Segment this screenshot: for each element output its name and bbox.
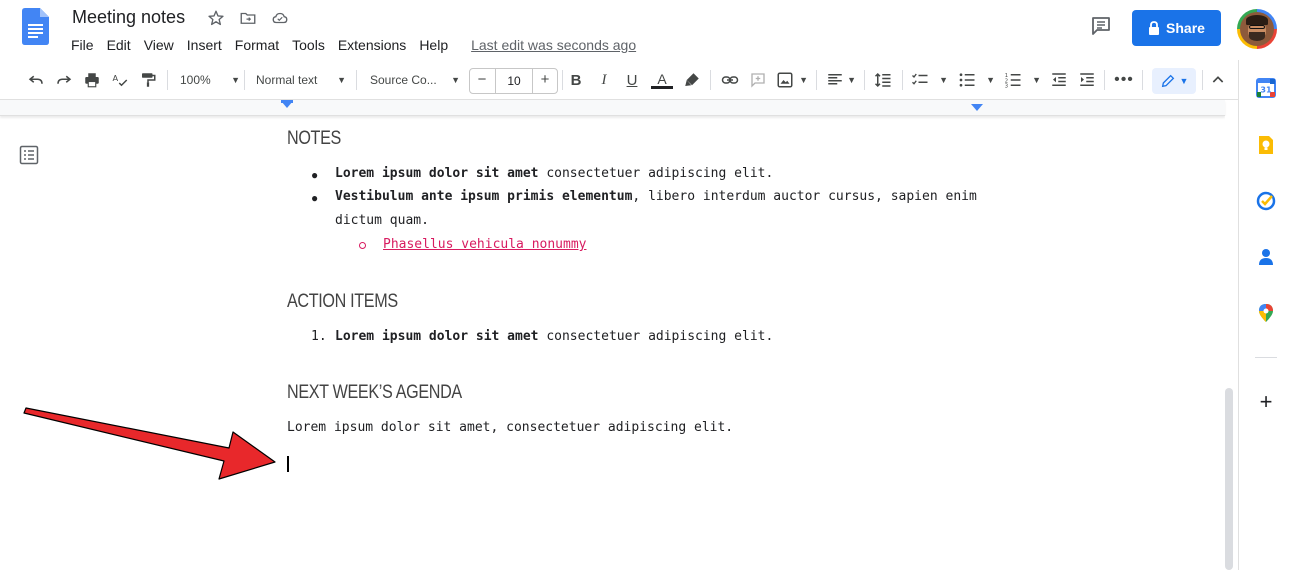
align-left-icon[interactable]: ▼ <box>826 69 856 91</box>
chevron-down-icon: ▼ <box>1179 76 1189 86</box>
style-select[interactable]: Normal text ▼ <box>256 69 346 91</box>
tasks-icon[interactable] <box>1256 191 1276 211</box>
docs-logo-icon[interactable] <box>22 8 49 45</box>
scrollbar-thumb[interactable] <box>1225 388 1233 570</box>
list-item: Lorem ipsum dolor sit amet consectetuer … <box>335 329 774 344</box>
comment-history-icon[interactable] <box>1089 14 1113 38</box>
list-item: Vestibulum ante ipsum primis elementum, … <box>335 189 977 204</box>
undo-icon[interactable] <box>26 69 46 91</box>
star-icon[interactable] <box>206 8 226 28</box>
zoom-select[interactable]: 100% ▼ <box>180 69 240 91</box>
list-item-continuation: dictum quam. <box>335 213 429 228</box>
chevron-down-icon: ▼ <box>231 75 240 85</box>
chevron-down-icon: ▼ <box>337 75 346 85</box>
phasellus-link[interactable]: Phasellus vehicula nonummy <box>383 233 587 257</box>
share-label: Share <box>1166 20 1205 36</box>
menu-tools[interactable]: Tools <box>292 36 325 54</box>
paint-format-icon[interactable] <box>138 69 158 91</box>
chevron-down-icon: ▼ <box>451 75 460 85</box>
spellcheck-icon[interactable]: A <box>110 69 130 91</box>
menu-extensions[interactable]: Extensions <box>338 36 406 54</box>
last-edit-link[interactable]: Last edit was seconds ago <box>471 36 636 54</box>
zoom-value: 100% <box>180 73 211 87</box>
font-size-input[interactable]: 10 <box>495 69 533 93</box>
svg-text:3: 3 <box>1005 84 1008 90</box>
checklist-icon[interactable]: ▼ <box>910 69 948 91</box>
editing-mode-button[interactable]: ▼ <box>1152 68 1196 94</box>
text-cursor <box>287 456 289 472</box>
document-title[interactable]: Meeting notes <box>72 7 185 28</box>
bullet-icon: ● <box>311 191 319 205</box>
notes-heading: NOTES <box>287 128 341 149</box>
menu-format[interactable]: Format <box>235 36 279 54</box>
right-indent-marker[interactable] <box>971 104 983 111</box>
calendar-icon[interactable]: 31 <box>1256 78 1276 98</box>
menu-view[interactable]: View <box>144 36 174 54</box>
redo-icon[interactable] <box>54 69 74 91</box>
menu-help[interactable]: Help <box>419 36 448 54</box>
increase-indent-icon[interactable] <box>1077 69 1097 91</box>
increase-font-size-button[interactable]: + <box>536 71 554 91</box>
agenda-heading: NEXT WEEK’S AGENDA <box>287 382 462 403</box>
ruler <box>0 100 1225 116</box>
get-addons-button[interactable]: + <box>1256 391 1276 413</box>
italic-icon[interactable]: I <box>594 69 614 91</box>
keep-icon[interactable] <box>1256 135 1276 155</box>
maps-icon[interactable] <box>1256 303 1276 323</box>
agenda-paragraph: Lorem ipsum dolor sit amet, consectetuer… <box>287 420 734 435</box>
svg-text:31: 31 <box>1260 86 1272 95</box>
menu-bar: File Edit View Insert Format Tools Exten… <box>71 36 649 54</box>
action-items-heading: ACTION ITEMS <box>287 291 398 312</box>
share-button[interactable]: Share <box>1132 10 1221 46</box>
side-panel-divider <box>1255 357 1277 358</box>
insert-image-icon[interactable]: ▼ <box>776 69 808 91</box>
cloud-saved-icon[interactable] <box>270 8 290 28</box>
app-header: Meeting notes File Edit View Insert Form… <box>0 0 1293 60</box>
move-to-folder-icon[interactable] <box>238 8 258 28</box>
style-value: Normal text <box>256 73 318 87</box>
menu-file[interactable]: File <box>71 36 94 54</box>
avatar-photo <box>1240 12 1274 46</box>
text-color-icon[interactable]: A <box>650 69 674 91</box>
menu-edit[interactable]: Edit <box>107 36 131 54</box>
hide-menus-icon[interactable] <box>1208 69 1228 91</box>
contacts-icon[interactable] <box>1256 247 1276 267</box>
line-spacing-icon[interactable] <box>872 69 894 91</box>
document-outline-icon[interactable] <box>19 145 39 165</box>
add-comment-icon[interactable] <box>748 69 768 91</box>
bullet-icon: ● <box>311 168 319 182</box>
decrease-font-size-button[interactable]: − <box>473 71 491 91</box>
more-options-icon[interactable]: ••• <box>1114 69 1134 91</box>
bold-icon[interactable]: B <box>566 69 586 91</box>
avatar[interactable] <box>1237 9 1277 49</box>
svg-text:A: A <box>113 73 119 83</box>
font-value: Source Co... <box>370 73 437 87</box>
formatting-toolbar: A 100% ▼ Normal text ▼ Source Co... ▼ B … <box>0 60 1238 100</box>
highlight-icon[interactable] <box>682 69 702 91</box>
list-item: Lorem ipsum dolor sit amet consectetuer … <box>335 166 774 181</box>
insert-link-icon[interactable] <box>720 69 740 91</box>
print-icon[interactable] <box>82 69 102 91</box>
bulleted-list-icon[interactable]: ▼ <box>957 69 995 91</box>
hollow-bullet-icon <box>359 242 366 249</box>
pencil-icon <box>1161 74 1174 88</box>
font-select[interactable]: Source Co... ▼ <box>370 69 460 91</box>
decrease-indent-icon[interactable] <box>1049 69 1069 91</box>
lock-icon <box>1149 21 1160 35</box>
menu-insert[interactable]: Insert <box>187 36 222 54</box>
left-indent-marker[interactable] <box>281 101 293 108</box>
underline-icon[interactable]: U <box>622 69 642 91</box>
list-number: 1. <box>311 329 327 344</box>
numbered-list-icon[interactable]: 123 ▼ <box>1003 69 1041 91</box>
